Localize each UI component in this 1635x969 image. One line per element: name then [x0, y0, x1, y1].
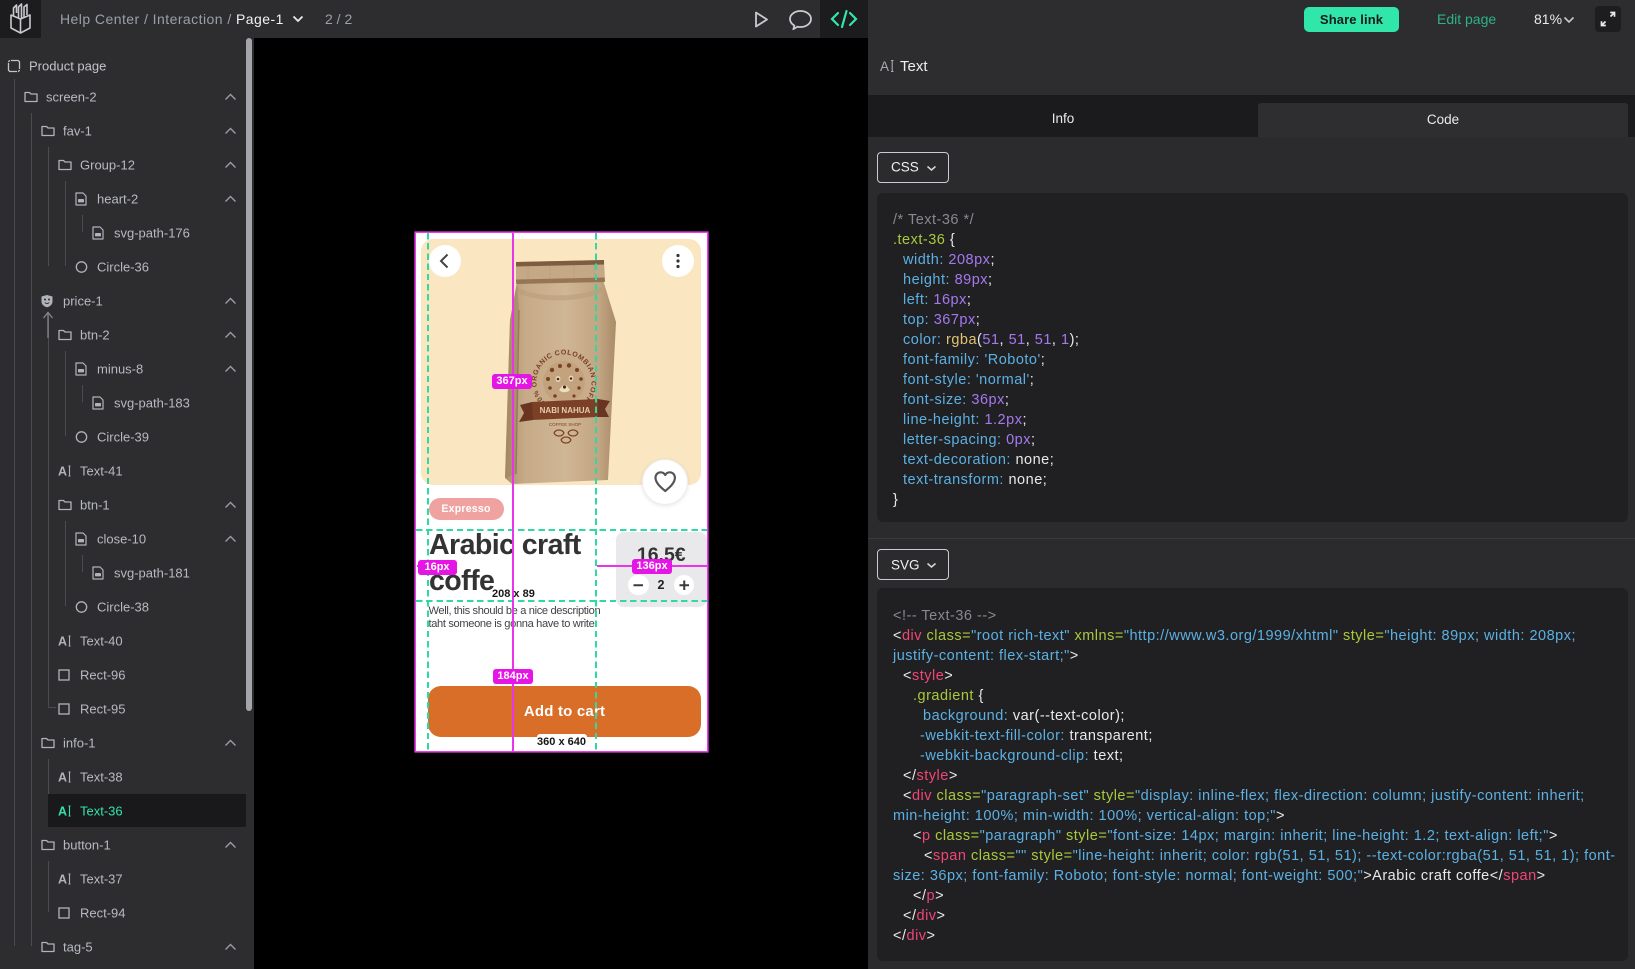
svg-text:A: A: [58, 770, 67, 783]
svg-text:A: A: [880, 59, 889, 73]
svg-text:NABI NAHUA: NABI NAHUA: [540, 406, 591, 415]
svg-text:COFFEE SHOP: COFFEE SHOP: [549, 422, 581, 427]
svg-text:A: A: [58, 872, 67, 885]
svg-text:A: A: [58, 464, 67, 477]
svg-text:A: A: [58, 634, 67, 647]
svg-text:A: A: [58, 804, 67, 817]
